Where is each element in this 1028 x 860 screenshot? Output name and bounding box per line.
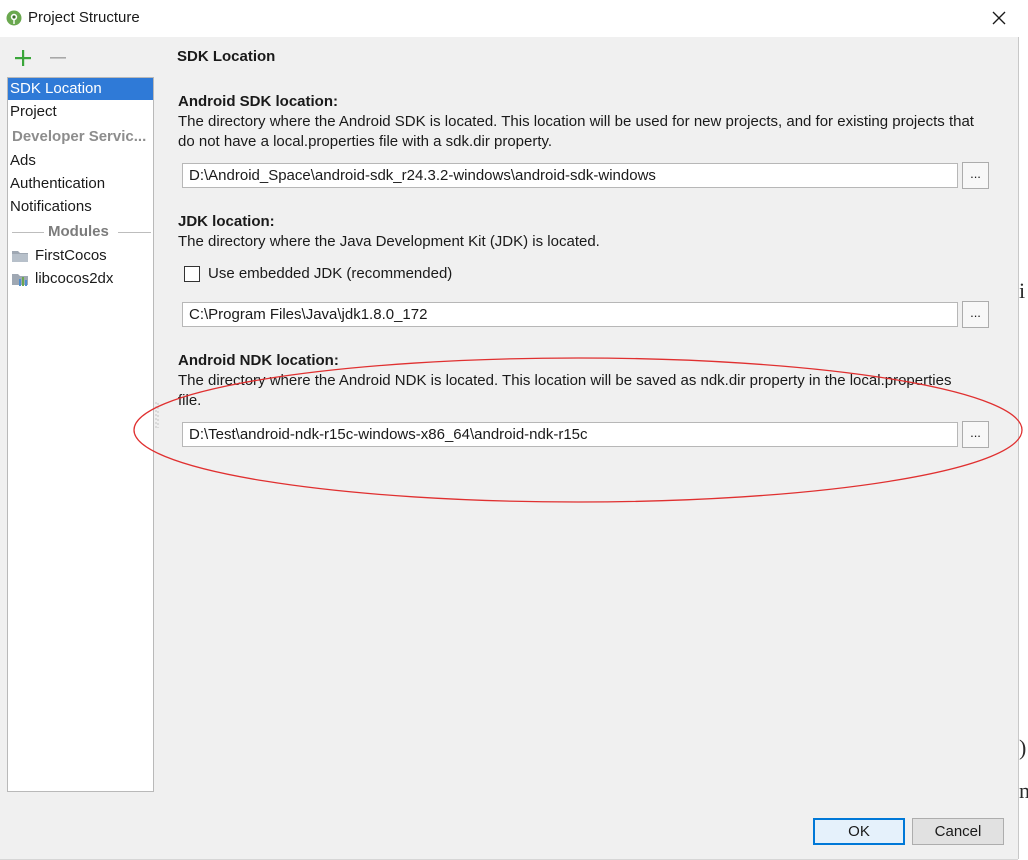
- android-ndk-description: The directory where the Android NDK is l…: [178, 372, 952, 409]
- module-item-firstcocos[interactable]: FirstCocos: [8, 245, 153, 267]
- background-text-fragment: n: [1019, 778, 1028, 803]
- remove-icon[interactable]: [48, 48, 68, 68]
- close-button[interactable]: [982, 4, 1016, 32]
- sidebar-item-notifications[interactable]: Notifications: [8, 196, 153, 218]
- embedded-jdk-checkbox[interactable]: [184, 266, 200, 282]
- jdk-heading: JDK location:: [178, 213, 275, 230]
- embedded-jdk-label[interactable]: Use embedded JDK (recommended): [208, 264, 452, 284]
- android-sdk-description: The directory where the Android SDK is l…: [178, 113, 974, 150]
- module-label: libcocos2dx: [35, 270, 114, 287]
- jdk-path-field[interactable]: [182, 302, 958, 327]
- sidebar-item-ads[interactable]: Ads: [8, 150, 153, 172]
- module-label: FirstCocos: [35, 247, 107, 264]
- modules-separator: Modules: [8, 221, 153, 243]
- modules-header: Modules: [48, 223, 109, 240]
- sidebar-group-developer-services[interactable]: Developer Servic...: [8, 126, 153, 148]
- sidebar: SDK Location Project Developer Servic...…: [7, 77, 154, 792]
- splitter-handle[interactable]: [154, 400, 160, 430]
- background-text-fragment: ): [1019, 735, 1027, 760]
- sidebar-item-project[interactable]: Project: [8, 101, 153, 123]
- cancel-button[interactable]: Cancel: [912, 818, 1004, 845]
- close-icon: [992, 11, 1006, 25]
- android-ndk-heading: Android NDK location:: [178, 352, 339, 369]
- android-sdk-browse-button[interactable]: ...: [962, 162, 989, 189]
- android-sdk-heading: Android SDK location:: [178, 93, 338, 110]
- add-icon[interactable]: [13, 48, 33, 68]
- jdk-browse-button[interactable]: ...: [962, 301, 989, 328]
- ok-button[interactable]: OK: [813, 818, 905, 845]
- sidebar-item-sdk-location[interactable]: SDK Location: [8, 78, 153, 100]
- folder-icon: [12, 251, 28, 262]
- background-text-fragment: i: [1019, 278, 1026, 303]
- android-ndk-path-field[interactable]: [182, 422, 958, 447]
- module-item-libcocos2dx[interactable]: libcocos2dx: [8, 268, 153, 290]
- android-studio-icon: [6, 10, 22, 26]
- sidebar-item-authentication[interactable]: Authentication: [8, 173, 153, 195]
- window-title: Project Structure: [28, 9, 140, 26]
- title-bar: Project Structure: [0, 0, 1028, 37]
- android-sdk-path-field[interactable]: [182, 163, 958, 188]
- library-module-icon: [12, 274, 28, 286]
- android-ndk-browse-button[interactable]: ...: [962, 421, 989, 448]
- page-title: SDK Location: [177, 48, 276, 65]
- jdk-description: The directory where the Java Development…: [178, 233, 600, 250]
